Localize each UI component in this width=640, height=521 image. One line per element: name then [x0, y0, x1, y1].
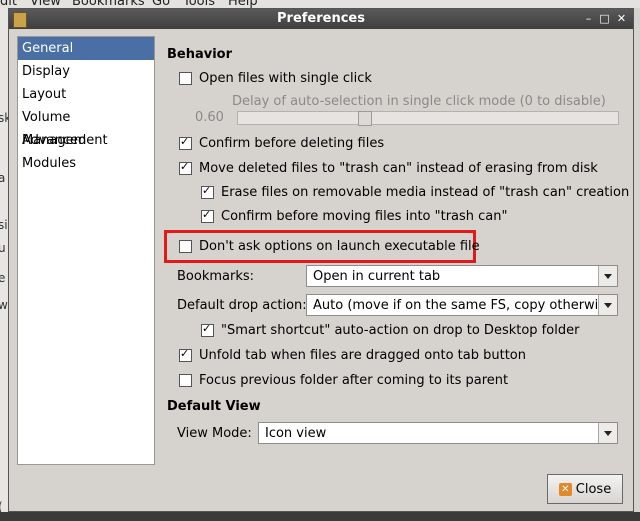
window-title: Preferences — [277, 11, 365, 26]
erase-removable-label: Erase files on removable media instead o… — [221, 184, 630, 200]
general-settings-panel: Behavior Open files with single click De… — [164, 36, 630, 466]
dont-ask-exec-label: Don't ask options on launch executable f… — [199, 238, 480, 254]
background-left-panel: sk a si u e w ( — [0, 8, 11, 521]
move-to-trash-option[interactable]: Move deleted files to "trash can" instea… — [179, 158, 598, 178]
sidebar-item-layout[interactable]: Layout — [18, 83, 154, 106]
focus-previous-option[interactable]: Focus previous folder after coming to it… — [179, 370, 508, 390]
close-button-label: Close — [575, 481, 612, 497]
open-single-click-checkbox[interactable] — [179, 71, 192, 85]
close-button[interactable]: ✕ Close — [547, 474, 623, 504]
confirm-delete-option[interactable]: Confirm before deleting files — [179, 133, 384, 153]
view-mode-label: View Mode: — [177, 426, 252, 441]
background-menubar: dit View Bookmarks Go Tools Help — [0, 0, 640, 9]
delay-slider-handle[interactable] — [358, 111, 372, 126]
chevron-down-icon[interactable] — [598, 423, 617, 443]
erase-removable-option[interactable]: Erase files on removable media instead o… — [201, 182, 629, 202]
bookmarks-select[interactable]: Open in current tab — [306, 265, 618, 287]
sidebar-item-modules[interactable]: Modules — [18, 152, 154, 175]
sidebar-item-general[interactable]: General — [18, 37, 154, 60]
move-to-trash-label: Move deleted files to "trash can" instea… — [199, 160, 598, 176]
drop-action-value: Auto (move if on the same FS, copy other… — [313, 298, 619, 313]
sidebar-item-display[interactable]: Display — [18, 60, 154, 83]
focus-previous-checkbox[interactable] — [179, 373, 192, 387]
bg-fragment: si — [0, 218, 8, 232]
smart-shortcut-label: "Smart shortcut" auto-action on drop to … — [221, 322, 580, 338]
delay-value: 0.60 — [195, 110, 224, 125]
unfold-tab-label: Unfold tab when files are dragged onto t… — [199, 347, 526, 363]
bookmarks-label: Bookmarks: — [177, 269, 255, 284]
sidebar-item-volume-management[interactable]: Volume Management — [18, 106, 154, 148]
bg-fragment: w — [0, 298, 8, 312]
chevron-down-icon[interactable] — [598, 266, 617, 286]
title-bar[interactable]: Preferences – □ ✕ — [9, 9, 633, 29]
open-single-click-label: Open files with single click — [199, 70, 372, 86]
delay-slider-row: 0.60 — [167, 109, 627, 127]
minimize-icon[interactable]: – — [581, 11, 596, 26]
view-mode-value: Icon view — [265, 426, 327, 441]
unfold-tab-checkbox[interactable] — [179, 347, 192, 362]
close-icon[interactable]: ✕ — [614, 11, 629, 26]
chevron-down-icon[interactable] — [598, 295, 617, 315]
confirm-trash-option[interactable]: Confirm before moving files into "trash … — [201, 206, 508, 226]
drop-action-label: Default drop action: — [177, 298, 307, 313]
close-x-icon: ✕ — [558, 482, 572, 496]
behavior-heading: Behavior — [167, 47, 233, 62]
maximize-icon[interactable]: □ — [597, 11, 612, 26]
confirm-delete-checkbox[interactable] — [179, 135, 192, 150]
sidebar-item-advanced[interactable]: Advanced — [18, 129, 154, 152]
drop-action-select[interactable]: Auto (move if on the same FS, copy other… — [306, 294, 618, 316]
delay-slider[interactable] — [237, 111, 619, 126]
smart-shortcut-option[interactable]: "Smart shortcut" auto-action on drop to … — [201, 320, 579, 340]
open-single-click-option[interactable]: Open files with single click — [179, 68, 372, 88]
category-list: General Display Layout Volume Management… — [17, 36, 155, 465]
confirm-trash-checkbox[interactable] — [201, 208, 214, 223]
preferences-dialog: Preferences – □ ✕ General Display Layout… — [8, 8, 634, 512]
bg-fragment: e — [0, 271, 6, 285]
default-view-heading: Default View — [167, 399, 261, 414]
bg-fragment: u — [0, 241, 6, 255]
confirm-delete-label: Confirm before deleting files — [199, 135, 385, 151]
view-mode-select[interactable]: Icon view — [258, 422, 618, 444]
confirm-trash-label: Confirm before moving files into "trash … — [221, 208, 508, 224]
bg-fragment: a — [0, 171, 6, 185]
dont-ask-exec-checkbox[interactable] — [179, 239, 192, 253]
dont-ask-exec-option[interactable]: Don't ask options on launch executable f… — [179, 236, 480, 256]
bookmarks-value: Open in current tab — [313, 269, 441, 284]
background-taskbar — [0, 512, 640, 521]
erase-removable-checkbox[interactable] — [201, 184, 214, 199]
delay-label: Delay of auto-selection in single click … — [232, 94, 606, 109]
unfold-tab-option[interactable]: Unfold tab when files are dragged onto t… — [179, 345, 526, 365]
move-to-trash-checkbox[interactable] — [179, 160, 192, 175]
smart-shortcut-checkbox[interactable] — [201, 322, 214, 337]
focus-previous-label: Focus previous folder after coming to it… — [199, 372, 509, 388]
